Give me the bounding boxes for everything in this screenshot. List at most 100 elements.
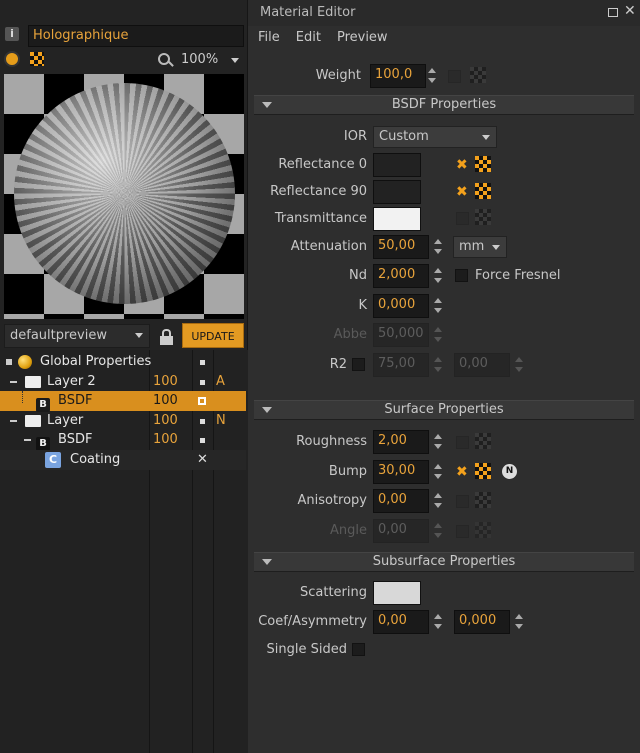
coef-spinner[interactable] <box>431 611 445 633</box>
reflectance90-swatch[interactable] <box>373 180 421 204</box>
roughness-spinner[interactable] <box>431 431 445 453</box>
tree-label: BSDF <box>58 432 93 447</box>
material-name-field[interactable]: Holographique <box>28 25 244 47</box>
weight-spinner[interactable] <box>425 65 439 87</box>
menu-preview[interactable]: Preview <box>337 30 388 45</box>
info-icon[interactable]: i <box>5 27 19 41</box>
bsdf-section-header[interactable]: BSDF Properties <box>254 95 634 115</box>
angle-spinner <box>431 520 445 542</box>
bump-spinner[interactable] <box>431 461 445 483</box>
transmittance-swatch[interactable] <box>373 207 421 231</box>
attenuation-unit-dropdown[interactable]: mm <box>453 236 507 258</box>
single-sided-checkbox[interactable] <box>352 643 365 656</box>
asymmetry-field[interactable]: 0,000 <box>454 610 510 634</box>
zoom-level: 100% <box>181 52 219 67</box>
ior-dropdown[interactable]: Custom <box>373 126 497 148</box>
anisotropy-texture-icon[interactable] <box>475 492 491 508</box>
attenuation-spinner[interactable] <box>431 236 445 258</box>
tree-dot <box>198 397 206 405</box>
subsurface-section-header[interactable]: Subsurface Properties <box>254 552 634 572</box>
update-button[interactable]: UPDATE <box>182 323 244 348</box>
force-fresnel-checkbox[interactable] <box>455 269 468 282</box>
roughness-field[interactable]: 2,00 <box>373 430 429 454</box>
scattering-swatch[interactable] <box>373 581 421 605</box>
nd-spinner[interactable] <box>431 265 445 287</box>
zoom-dropdown-icon[interactable] <box>231 58 239 63</box>
menu-edit[interactable]: Edit <box>296 30 321 45</box>
tree-dot <box>200 360 205 365</box>
clear-texture-icon[interactable]: ✖ <box>456 464 468 480</box>
bump-field[interactable]: 30,00 <box>373 460 429 484</box>
anisotropy-spinner[interactable] <box>431 490 445 512</box>
k-field[interactable]: 0,000 <box>373 294 429 318</box>
ior-label: IOR <box>343 129 367 144</box>
transmittance-texture-icon[interactable] <box>475 209 491 225</box>
attenuation-field[interactable]: 50,00 <box>373 235 429 259</box>
layer-tree: Global Properties Layer 2 100 A B BSDF 1… <box>0 350 248 753</box>
menu-file[interactable]: File <box>258 30 280 45</box>
normal-map-icon[interactable]: N <box>502 464 517 479</box>
tree-value: 100 <box>153 374 178 389</box>
remove-icon[interactable]: ✕ <box>197 450 208 470</box>
r2-checkbox[interactable] <box>352 358 365 371</box>
coef-value: 0,00 <box>378 613 407 628</box>
roughness-value: 2,00 <box>378 433 407 448</box>
reflectance90-texture-icon[interactable] <box>475 183 491 199</box>
ior-value: Custom <box>379 129 429 144</box>
preview-scene-dropdown[interactable]: defaultpreview <box>4 324 150 348</box>
coef-label: Coef/Asymmetry <box>258 614 367 629</box>
force-fresnel-label: Force Fresnel <box>475 268 561 283</box>
roughness-checkbox[interactable] <box>456 436 469 449</box>
transmittance-label: Transmittance <box>274 211 367 226</box>
tree-row-global[interactable]: Global Properties <box>0 352 246 372</box>
weight-field[interactable]: 100,0 <box>370 64 426 88</box>
transmittance-checkbox[interactable] <box>456 212 469 225</box>
bump-value: 30,00 <box>378 463 416 478</box>
asymmetry-spinner[interactable] <box>512 611 526 633</box>
material-preview[interactable] <box>4 74 244 319</box>
restore-icon[interactable] <box>608 8 618 17</box>
tree-row-bsdf-selected[interactable]: B BSDF 100 <box>0 391 246 412</box>
tree-dot <box>200 380 205 385</box>
angle-label: Angle <box>330 523 367 538</box>
abbe-label: Abbe <box>333 327 367 342</box>
folder-icon <box>25 376 41 388</box>
tree-row-layer[interactable]: Layer 100 N <box>0 411 246 431</box>
lock-icon-body <box>160 336 173 345</box>
roughness-label: Roughness <box>296 434 367 449</box>
chevron-down-icon <box>482 135 490 140</box>
weight-value: 100,0 <box>375 67 413 82</box>
r2-spinner-2 <box>512 354 526 376</box>
tree-node-marker <box>6 359 12 365</box>
collapse-icon <box>24 439 31 441</box>
close-icon[interactable]: ✕ <box>624 3 636 19</box>
tree-row-coating[interactable]: C Coating ✕ <box>0 450 246 470</box>
preview-scene-value: defaultpreview <box>10 328 107 343</box>
bump-texture-icon[interactable] <box>475 463 491 479</box>
nd-field[interactable]: 2,000 <box>373 264 429 288</box>
tree-row-layer2[interactable]: Layer 2 100 A <box>0 372 246 392</box>
anisotropy-field[interactable]: 0,00 <box>373 489 429 513</box>
picker-icon[interactable] <box>4 51 20 67</box>
anisotropy-value: 0,00 <box>378 492 407 507</box>
k-spinner[interactable] <box>431 295 445 317</box>
preview-background-icon[interactable] <box>30 52 44 66</box>
tree-label: Layer <box>47 413 84 428</box>
anisotropy-checkbox[interactable] <box>456 495 469 508</box>
globe-icon <box>18 355 32 369</box>
k-value: 0,000 <box>378 297 416 312</box>
r2-value-1: 75,00 <box>378 356 416 371</box>
reflectance0-texture-icon[interactable] <box>475 156 491 172</box>
clear-texture-icon[interactable]: ✖ <box>456 157 468 173</box>
weight-texture-icon[interactable] <box>470 67 486 83</box>
surface-section-header[interactable]: Surface Properties <box>254 400 634 420</box>
weight-checkbox[interactable] <box>448 70 461 83</box>
coef-field[interactable]: 0,00 <box>373 610 429 634</box>
clear-texture-icon[interactable]: ✖ <box>456 184 468 200</box>
attenuation-label: Attenuation <box>290 239 367 254</box>
tree-row-bsdf[interactable]: B BSDF 100 <box>0 430 246 451</box>
k-label: K <box>358 298 367 313</box>
roughness-texture-icon[interactable] <box>475 433 491 449</box>
reflectance0-swatch[interactable] <box>373 153 421 177</box>
abbe-spinner <box>431 324 445 346</box>
